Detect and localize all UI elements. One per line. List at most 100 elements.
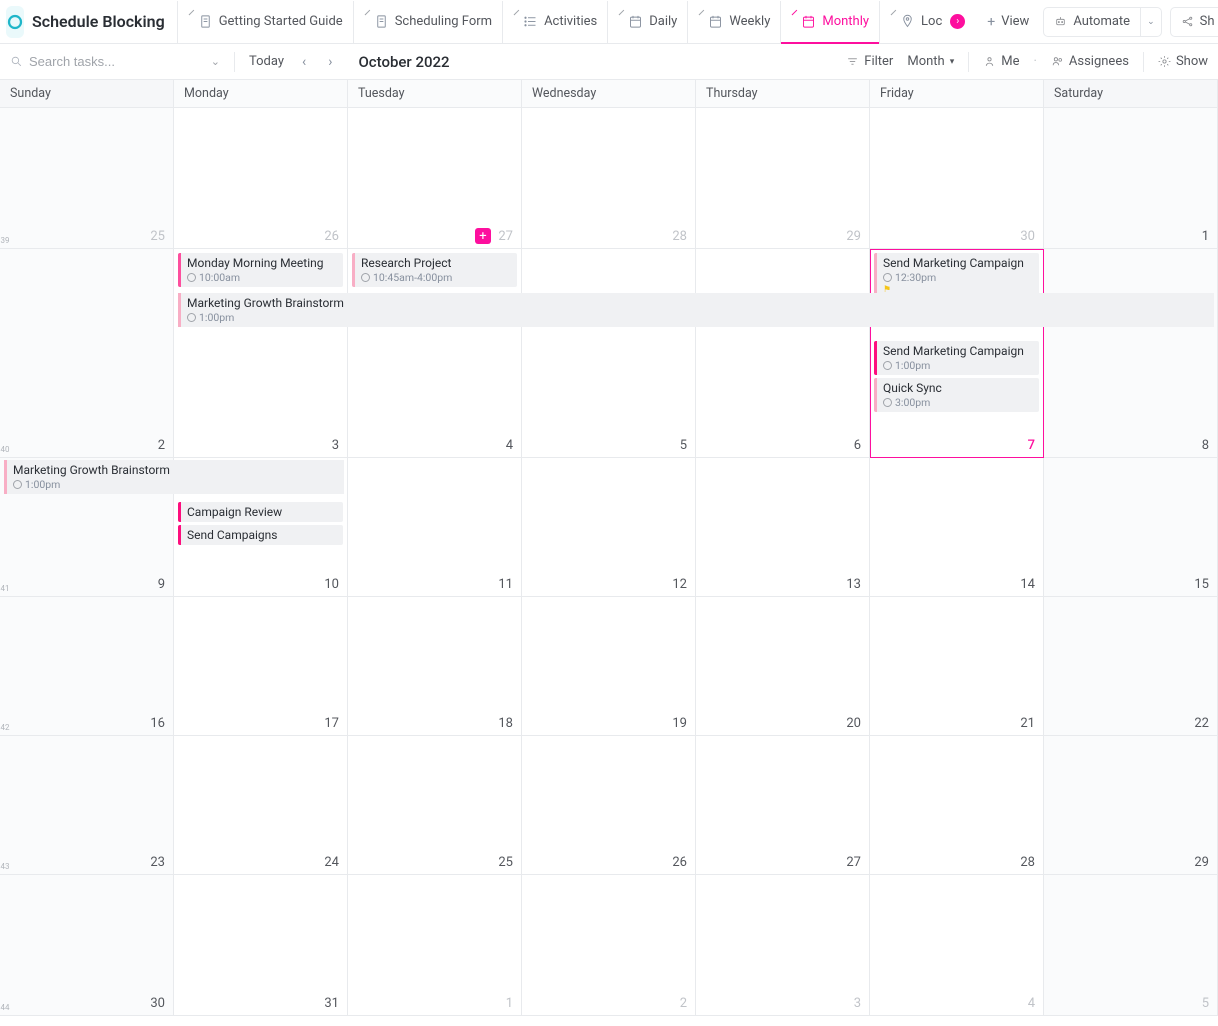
calendar-event[interactable]: Send Campaigns xyxy=(178,525,343,545)
calendar-cell[interactable]: 19 xyxy=(522,597,696,736)
tab-monthly[interactable]: Monthly xyxy=(780,1,879,43)
automate-button[interactable]: Automate xyxy=(1043,7,1141,37)
date-number: 5 xyxy=(1202,996,1209,1011)
calendar-cell[interactable]: 29 xyxy=(696,108,870,249)
calendar-cell[interactable]: 11 xyxy=(348,458,522,597)
robot-icon xyxy=(1054,15,1067,28)
calendar-cell[interactable]: 30 xyxy=(870,108,1044,249)
calendar-cell[interactable]: 20 xyxy=(696,597,870,736)
calendar-cell[interactable]: Research Project10:45am-4:00pm4 xyxy=(348,249,522,458)
calendar-cell[interactable]: 26 xyxy=(522,736,696,875)
calendar-cell[interactable]: 12 xyxy=(522,458,696,597)
prev-month-button[interactable]: ‹ xyxy=(298,54,310,70)
assignees-button[interactable]: Assignees xyxy=(1051,54,1129,69)
filter-icon xyxy=(846,55,859,68)
range-label: Month xyxy=(907,54,944,69)
calendar-cell[interactable]: 4 xyxy=(870,875,1044,1016)
range-dropdown[interactable]: Month ▾ xyxy=(907,54,954,69)
calendar-cell[interactable]: 5 xyxy=(1044,875,1218,1016)
calendar-cell[interactable]: 23 xyxy=(0,736,174,875)
calendar-cell[interactable]: 28 xyxy=(522,108,696,249)
calendar-cell[interactable]: 28 xyxy=(870,736,1044,875)
calendar-cell[interactable]: 18 xyxy=(348,597,522,736)
tab-activities[interactable]: Activities xyxy=(502,1,607,43)
calendar-event[interactable]: Research Project10:45am-4:00pm xyxy=(352,253,517,287)
tab-scheduling-form[interactable]: Scheduling Form xyxy=(353,1,502,43)
calendar-cell[interactable]: 30 xyxy=(0,875,174,1016)
date-number: 9 xyxy=(158,577,165,592)
calendar-cell[interactable]: 1 xyxy=(348,875,522,1016)
day-header: Friday xyxy=(870,80,1044,108)
calendar-cell[interactable]: 8 xyxy=(1044,249,1218,458)
calendar-event[interactable]: Send Marketing Campaign1:00pm xyxy=(874,341,1039,375)
calendar-cell[interactable]: Monday Morning Meeting10:00am 3 xyxy=(174,249,348,458)
calendar-cell[interactable]: 27 xyxy=(696,736,870,875)
event-title: Quick Sync xyxy=(883,381,1033,395)
calendar-cell[interactable]: 25 xyxy=(0,108,174,249)
calendar-cell[interactable]: 6 xyxy=(696,249,870,458)
calendar-cell[interactable]: 15 xyxy=(1044,458,1218,597)
calendar-cell[interactable]: 27+ xyxy=(348,108,522,249)
search-expand-icon[interactable]: ⌄ xyxy=(211,55,220,68)
tab-label: Daily xyxy=(649,14,677,29)
add-view-button[interactable]: + View xyxy=(977,1,1039,43)
date-number: 6 xyxy=(854,438,861,453)
tab-weekly[interactable]: Weekly xyxy=(687,1,780,43)
calendar-cell[interactable]: 17 xyxy=(174,597,348,736)
calendar-event-span[interactable]: Marketing Growth Brainstorm1:00pm xyxy=(178,293,1214,327)
week-number: 41 xyxy=(0,456,10,595)
event-time: 1:00pm xyxy=(13,478,338,491)
event-title: Research Project xyxy=(361,256,511,270)
calendar-cell[interactable]: 13 xyxy=(696,458,870,597)
calendar-cell[interactable]: 14 xyxy=(870,458,1044,597)
event-time: 10:00am xyxy=(187,271,337,284)
share-icon xyxy=(1181,15,1194,28)
date-number: 3 xyxy=(332,438,339,453)
calendar-cell[interactable]: 5 xyxy=(522,249,696,458)
calendar-cell[interactable]: 22 xyxy=(1044,597,1218,736)
show-button[interactable]: Show xyxy=(1158,54,1208,69)
date-number: 26 xyxy=(672,855,687,870)
clock-icon xyxy=(187,273,196,282)
calendar-cell[interactable]: 26 xyxy=(174,108,348,249)
calendar-event[interactable]: Quick Sync3:00pm xyxy=(874,378,1039,412)
add-event-button[interactable]: + xyxy=(475,228,491,244)
event-title: Send Campaigns xyxy=(187,528,337,542)
calendar-event[interactable]: Monday Morning Meeting10:00am xyxy=(178,253,343,287)
calendar-cell[interactable]: 1 xyxy=(1044,108,1218,249)
tab-daily[interactable]: Daily xyxy=(607,1,687,43)
calendar-event[interactable]: Campaign Review xyxy=(178,502,343,522)
date-number: 13 xyxy=(846,577,861,592)
date-number: 1 xyxy=(1202,229,1209,244)
show-label: Show xyxy=(1176,54,1208,69)
me-button[interactable]: Me xyxy=(983,54,1019,69)
calendar-cell[interactable]: 3 xyxy=(696,875,870,1016)
calendar-cell[interactable]: 21 xyxy=(870,597,1044,736)
calendar-cell[interactable]: 24 xyxy=(174,736,348,875)
calendar-cell[interactable]: 31 xyxy=(174,875,348,1016)
calendar-cell[interactable]: 25 xyxy=(348,736,522,875)
tab-getting-started[interactable]: Getting Started Guide xyxy=(177,1,353,43)
clock-icon xyxy=(361,273,370,282)
date-number: 23 xyxy=(150,855,165,870)
share-button[interactable]: Sh xyxy=(1170,7,1218,37)
calendar-cell[interactable]: Send Marketing Campaign12:30pm⚑ Send Mark… xyxy=(870,249,1044,458)
filter-button[interactable]: Filter xyxy=(846,54,893,69)
calendar-cell[interactable]: 2 xyxy=(0,249,174,458)
calendar-cell[interactable]: 2 xyxy=(522,875,696,1016)
calendar-cell[interactable]: 29 xyxy=(1044,736,1218,875)
automate-dropdown[interactable]: ⌄ xyxy=(1141,7,1162,37)
next-month-button[interactable]: › xyxy=(324,54,336,70)
calendar-event[interactable]: Send Marketing Campaign12:30pm⚑ xyxy=(874,253,1039,298)
people-icon xyxy=(1051,55,1064,68)
pin-icon xyxy=(513,12,519,18)
pin-icon xyxy=(188,12,194,18)
week-number: 44 xyxy=(0,873,10,1014)
clock-icon xyxy=(883,361,892,370)
calendar-cell[interactable]: 16 xyxy=(0,597,174,736)
tab-loc[interactable]: Loc› xyxy=(879,1,975,43)
today-button[interactable]: Today xyxy=(249,54,284,69)
event-title: Monday Morning Meeting xyxy=(187,256,337,270)
search-input[interactable] xyxy=(29,54,179,69)
calendar-event-span[interactable]: Marketing Growth Brainstorm1:00pm xyxy=(4,460,344,494)
